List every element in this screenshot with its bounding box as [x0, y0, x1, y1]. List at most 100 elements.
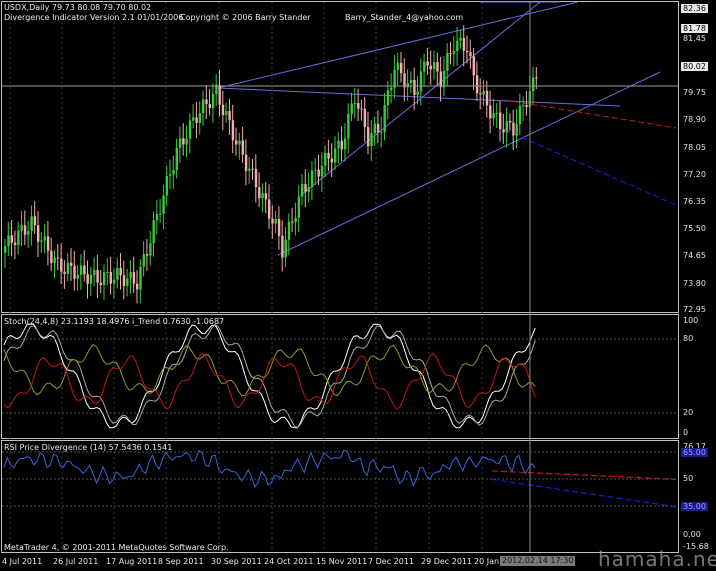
candle-body — [139, 266, 142, 290]
candle-body — [436, 62, 439, 72]
candle-body — [145, 254, 149, 256]
candle-body — [317, 169, 320, 177]
rsi-panel-frame — [1, 440, 679, 553]
candle-body — [456, 40, 459, 52]
candle-body — [350, 103, 353, 114]
price-scale-label: 73.80 — [683, 279, 706, 288]
rsi-indicator-label: RSI Price Divergence (14) 57.5436 0.1541 — [4, 443, 173, 452]
candle-body — [248, 168, 251, 171]
candle-body — [185, 138, 188, 145]
candle-body — [46, 236, 50, 251]
candle-body — [112, 279, 116, 284]
candle-body — [419, 71, 423, 92]
candle-body — [522, 105, 525, 107]
candle-body — [373, 123, 376, 134]
candle-body — [314, 169, 317, 171]
price-scale-label: 79.75 — [683, 88, 706, 97]
candle-body — [442, 71, 446, 88]
candle-body — [512, 122, 515, 136]
candle-body — [426, 61, 429, 66]
candle-body — [195, 117, 198, 123]
candle-body — [518, 105, 522, 125]
candle-body — [304, 183, 307, 192]
stoch-lines — [3, 323, 536, 429]
candle-body — [340, 140, 343, 150]
indicator-name-label: Divergence Indicator Version 2.1 01/01/2… — [4, 13, 184, 22]
price-panel-frame — [1, 1, 679, 313]
x-axis-label: 20 Jan — [474, 557, 500, 566]
candle-body — [400, 62, 403, 74]
candle-body — [155, 213, 159, 221]
candle-body — [324, 152, 327, 166]
candle-body — [73, 265, 76, 279]
candle-body — [376, 123, 380, 132]
x-axis-label: 30 Sep 2011 — [211, 557, 262, 566]
candle-body — [122, 275, 126, 286]
candle-body — [106, 271, 109, 273]
price-scale-label: 72.95 — [683, 305, 706, 314]
stoch-scale-label: 0 — [683, 428, 689, 437]
candle-body — [287, 221, 291, 240]
candle-body — [446, 53, 449, 72]
candle-body — [485, 90, 489, 106]
candle-body — [129, 271, 132, 279]
candle-body — [386, 90, 390, 105]
x-axis-label: 7 Dec 2011 — [368, 557, 415, 566]
candle-body — [363, 108, 367, 128]
candle-body — [360, 108, 363, 110]
candle-body — [353, 103, 357, 105]
x-axis-label: 17 Aug 2011 — [106, 557, 158, 566]
rsi-scale-label: 0.00 — [683, 530, 701, 539]
candle-body — [452, 51, 456, 54]
candle-body — [413, 79, 416, 95]
candle-body — [334, 148, 337, 163]
candle-body — [244, 154, 248, 171]
price-scale-label: 78.90 — [683, 115, 706, 124]
candle-body — [525, 105, 528, 108]
candle-body — [60, 258, 63, 272]
candle-body — [119, 267, 122, 276]
x-axis-label: 24 Oct 2011 — [264, 557, 314, 566]
candle-body — [211, 93, 215, 109]
rsi-lines — [3, 449, 677, 508]
candle-body — [274, 219, 277, 224]
price-scale-label: 76.35 — [683, 197, 706, 206]
x-axis-label: 26 Jul 2011 — [53, 557, 99, 566]
stoch-scale-label: 20 — [683, 408, 694, 417]
candle-body — [162, 195, 165, 214]
candle-body — [277, 219, 281, 236]
candle-body — [96, 270, 99, 283]
candle-body — [10, 235, 13, 243]
candle-body — [409, 79, 413, 84]
email-label: Barry_Stander_4@yahoo.com — [345, 13, 464, 22]
candle-body — [136, 283, 139, 290]
candle-body — [20, 225, 23, 231]
candle-body — [462, 37, 466, 51]
price-scale-label: 78.05 — [683, 143, 706, 152]
rsi-tag-lower: 35.00 — [681, 502, 708, 511]
candles — [4, 25, 538, 304]
candle-body — [439, 71, 442, 88]
chart-canvas[interactable] — [0, 0, 716, 570]
candle-body — [383, 104, 386, 132]
price-scale-label: 77.20 — [683, 170, 706, 179]
candle-body — [109, 271, 112, 284]
stoch-panel-frame — [1, 314, 679, 439]
candle-body — [53, 257, 56, 264]
candle-body — [228, 111, 231, 121]
candle-body — [281, 235, 284, 258]
candle-body — [396, 62, 400, 70]
candle-body — [83, 265, 86, 275]
trendlines — [217, 1, 677, 256]
candle-body — [13, 242, 17, 246]
price-scale-label: 75.50 — [683, 224, 706, 233]
stoch-main-line — [3, 323, 536, 429]
candle-body — [469, 52, 472, 57]
x-axis-label: 29 Dec 2011 — [421, 557, 473, 566]
candle-body — [218, 84, 221, 105]
rsi-scale-label: 50 — [683, 474, 694, 483]
candle-body — [175, 147, 178, 170]
candle-body — [66, 262, 70, 274]
price-tag-top: 82.36 — [681, 4, 708, 13]
candle-body — [198, 113, 202, 123]
